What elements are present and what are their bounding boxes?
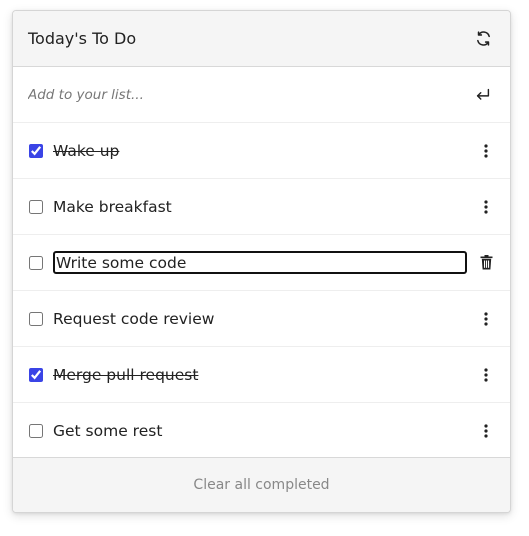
list-item (13, 235, 510, 291)
item-label[interactable]: Wake up (53, 142, 478, 160)
item-label[interactable]: Get some rest (53, 422, 478, 440)
item-edit-input[interactable] (53, 251, 467, 274)
card-header: Today's To Do (13, 11, 510, 67)
vertical-dots-icon[interactable] (478, 140, 494, 162)
clear-completed-button[interactable]: Clear all completed (187, 476, 335, 494)
vertical-dots-icon[interactable] (478, 196, 494, 218)
list-item: Wake up (13, 123, 510, 179)
card-footer: Clear all completed (13, 457, 510, 512)
item-label[interactable]: Request code review (53, 310, 478, 328)
item-label[interactable]: Merge pull request (53, 366, 478, 384)
page-title: Today's To Do (28, 29, 137, 48)
item-label[interactable]: Make breakfast (53, 198, 478, 216)
item-checkbox[interactable] (29, 311, 43, 326)
todo-card: Today's To Do Wake up Make brea (12, 10, 511, 513)
item-checkbox[interactable] (29, 143, 43, 158)
list-item: Request code review (13, 291, 510, 347)
add-item-input[interactable] (28, 86, 448, 103)
vertical-dots-icon[interactable] (478, 308, 494, 330)
list-item: Get some rest (13, 403, 510, 459)
vertical-dots-icon[interactable] (478, 420, 494, 442)
list-item: Make breakfast (13, 179, 510, 235)
list-item: Merge pull request (13, 347, 510, 403)
enter-return-icon[interactable] (472, 84, 494, 106)
item-checkbox[interactable] (29, 255, 43, 270)
vertical-dots-icon[interactable] (478, 364, 494, 386)
refresh-icon[interactable] (472, 28, 494, 50)
trash-icon[interactable] (478, 252, 494, 274)
item-checkbox[interactable] (29, 423, 43, 438)
item-checkbox[interactable] (29, 199, 43, 214)
item-checkbox[interactable] (29, 367, 43, 382)
add-item-row (13, 67, 510, 123)
